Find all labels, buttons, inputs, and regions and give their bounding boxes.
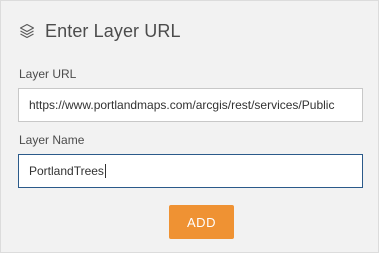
add-button[interactable]: ADD xyxy=(169,205,234,239)
layer-name-input[interactable]: PortlandTrees xyxy=(18,154,363,188)
layer-name-value: PortlandTrees xyxy=(29,164,104,178)
layer-name-label: Layer Name xyxy=(19,133,85,147)
text-caret xyxy=(104,163,106,178)
add-layer-panel: Enter Layer URL Layer URL https://www.po… xyxy=(0,0,379,253)
layers-icon xyxy=(18,22,36,40)
layer-url-value: https://www.portlandmaps.com/arcgis/rest… xyxy=(29,98,335,112)
layer-url-label: Layer URL xyxy=(19,67,77,81)
layer-url-input[interactable]: https://www.portlandmaps.com/arcgis/rest… xyxy=(18,88,363,122)
panel-title: Enter Layer URL xyxy=(45,20,181,41)
panel-header: Enter Layer URL xyxy=(18,19,181,43)
